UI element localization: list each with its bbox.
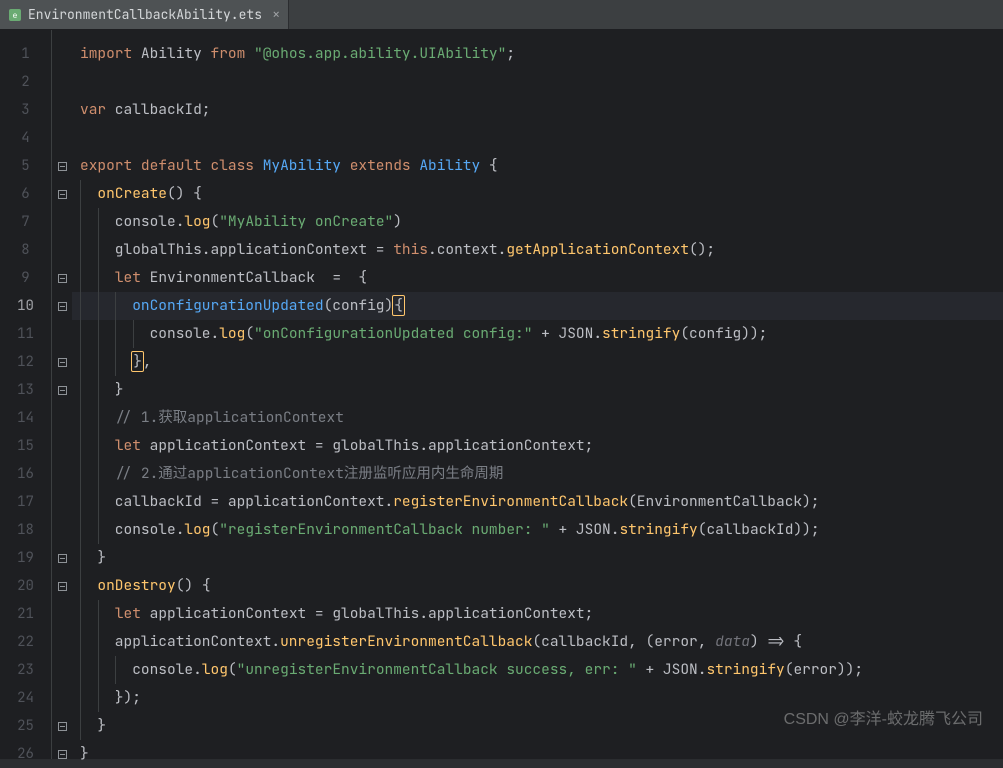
fold-marker[interactable] bbox=[52, 348, 72, 376]
fold-marker bbox=[52, 236, 72, 264]
tab-filename: EnvironmentCallbackAbility.ets bbox=[28, 6, 262, 23]
code-line[interactable]: applicationContext.unregisterEnvironment… bbox=[72, 628, 1003, 656]
code-line[interactable]: console.log("MyAbility onCreate") bbox=[72, 208, 1003, 236]
line-number: 2 bbox=[0, 68, 51, 96]
line-number: 1 bbox=[0, 40, 51, 68]
line-number: 12 bbox=[0, 348, 51, 376]
fold-marker bbox=[52, 404, 72, 432]
code-line[interactable]: } bbox=[72, 740, 1003, 768]
fold-marker bbox=[52, 600, 72, 628]
code-line[interactable]: } bbox=[72, 376, 1003, 404]
line-number: 23 bbox=[0, 656, 51, 684]
tab-bar: e EnvironmentCallbackAbility.ets × bbox=[0, 0, 1003, 30]
line-number: 9 bbox=[0, 264, 51, 292]
code-line[interactable]: // 2.通过applicationContext注册监听应用内生命周期 bbox=[72, 460, 1003, 488]
line-number: 24 bbox=[0, 684, 51, 712]
line-number: 26 bbox=[0, 740, 51, 768]
fold-marker bbox=[52, 460, 72, 488]
code-line[interactable]: let applicationContext = globalThis.appl… bbox=[72, 600, 1003, 628]
line-number: 6 bbox=[0, 180, 51, 208]
line-number: 17 bbox=[0, 488, 51, 516]
line-number: 11 bbox=[0, 320, 51, 348]
svg-text:e: e bbox=[13, 11, 18, 20]
close-icon[interactable]: × bbox=[272, 6, 280, 24]
fold-marker[interactable] bbox=[52, 376, 72, 404]
code-line[interactable]: let EnvironmentCallback = { bbox=[72, 264, 1003, 292]
code-line[interactable]: // 1.获取applicationContext bbox=[72, 404, 1003, 432]
fold-marker[interactable] bbox=[52, 180, 72, 208]
fold-marker bbox=[52, 124, 72, 152]
line-number: 4 bbox=[0, 124, 51, 152]
fold-marker[interactable] bbox=[52, 152, 72, 180]
fold-marker bbox=[52, 488, 72, 516]
line-number: 21 bbox=[0, 600, 51, 628]
fold-marker bbox=[52, 68, 72, 96]
line-number: 18 bbox=[0, 516, 51, 544]
code-line[interactable]: }, bbox=[72, 348, 1003, 376]
fold-marker bbox=[52, 208, 72, 236]
ets-file-icon: e bbox=[8, 8, 22, 22]
code-line[interactable]: let applicationContext = globalThis.appl… bbox=[72, 432, 1003, 460]
code-line[interactable]: onDestroy() { bbox=[72, 572, 1003, 600]
file-tab[interactable]: e EnvironmentCallbackAbility.ets × bbox=[0, 0, 289, 29]
code-line[interactable]: onCreate() { bbox=[72, 180, 1003, 208]
line-number: 20 bbox=[0, 572, 51, 600]
line-number: 5 bbox=[0, 152, 51, 180]
line-number: 16 bbox=[0, 460, 51, 488]
code-line[interactable]: callbackId = applicationContext.register… bbox=[72, 488, 1003, 516]
fold-marker[interactable] bbox=[52, 572, 72, 600]
line-number: 14 bbox=[0, 404, 51, 432]
line-number: 25 bbox=[0, 712, 51, 740]
fold-marker bbox=[52, 432, 72, 460]
code-line[interactable]: console.log("onConfigurationUpdated conf… bbox=[72, 320, 1003, 348]
line-number: 19 bbox=[0, 544, 51, 572]
line-number: 7 bbox=[0, 208, 51, 236]
code-line[interactable]: var callbackId; bbox=[72, 96, 1003, 124]
fold-marker bbox=[52, 656, 72, 684]
editor: 1234567891011121314151617181920212223242… bbox=[0, 30, 1003, 759]
code-line[interactable] bbox=[72, 124, 1003, 152]
line-number: 15 bbox=[0, 432, 51, 460]
code-line[interactable]: import Ability from "@ohos.app.ability.U… bbox=[72, 40, 1003, 68]
fold-marker bbox=[52, 40, 72, 68]
fold-marker[interactable] bbox=[52, 740, 72, 768]
line-number-gutter: 1234567891011121314151617181920212223242… bbox=[0, 30, 52, 759]
code-line[interactable]: console.log("unregisterEnvironmentCallba… bbox=[72, 656, 1003, 684]
fold-marker[interactable] bbox=[52, 712, 72, 740]
fold-marker[interactable] bbox=[52, 264, 72, 292]
line-number: 8 bbox=[0, 236, 51, 264]
code-area[interactable]: import Ability from "@ohos.app.ability.U… bbox=[72, 30, 1003, 759]
fold-marker bbox=[52, 96, 72, 124]
fold-marker[interactable] bbox=[52, 544, 72, 572]
fold-marker[interactable] bbox=[52, 292, 72, 320]
fold-marker bbox=[52, 320, 72, 348]
code-line[interactable] bbox=[72, 68, 1003, 96]
fold-marker bbox=[52, 628, 72, 656]
line-number: 13 bbox=[0, 376, 51, 404]
fold-gutter bbox=[52, 30, 72, 759]
line-number: 22 bbox=[0, 628, 51, 656]
code-line[interactable]: export default class MyAbility extends A… bbox=[72, 152, 1003, 180]
line-number: 10 bbox=[0, 292, 51, 320]
line-number: 3 bbox=[0, 96, 51, 124]
code-line[interactable]: onConfigurationUpdated(config){ bbox=[72, 292, 1003, 320]
watermark: CSDN @李洋-蛟龙腾飞公司 bbox=[784, 705, 983, 729]
code-line[interactable]: globalThis.applicationContext = this.con… bbox=[72, 236, 1003, 264]
code-line[interactable]: console.log("registerEnvironmentCallback… bbox=[72, 516, 1003, 544]
fold-marker bbox=[52, 516, 72, 544]
fold-marker bbox=[52, 684, 72, 712]
code-line[interactable]: } bbox=[72, 544, 1003, 572]
